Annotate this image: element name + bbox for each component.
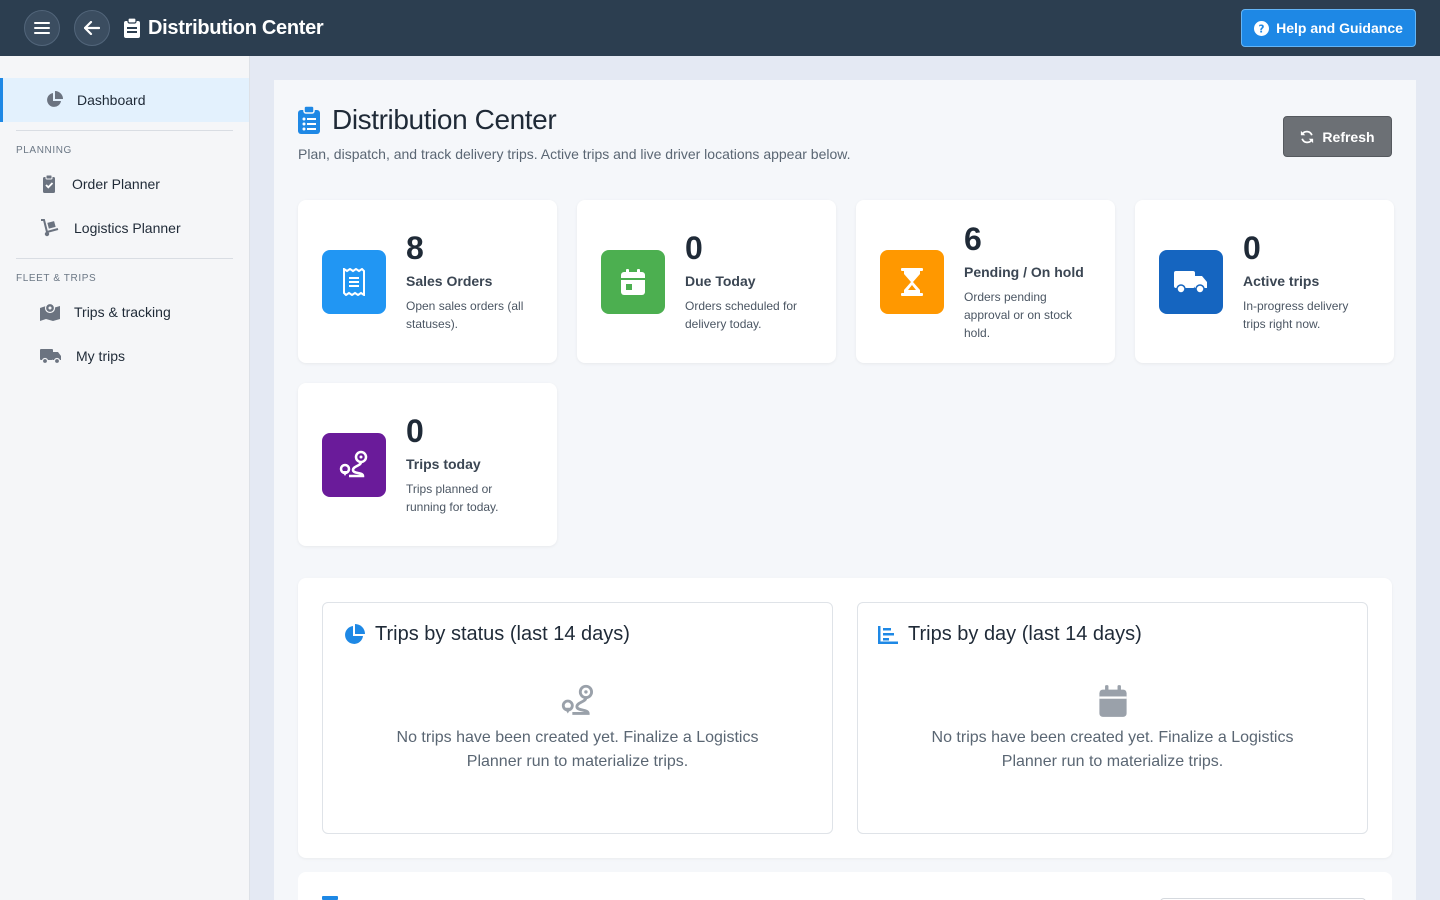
receipt-icon <box>343 267 365 296</box>
stat-cards: 8 Sales Orders Open sales orders (all st… <box>298 200 1394 546</box>
section-icon <box>322 896 338 900</box>
stat-card-active-trips[interactable]: 0 Active trips In-progress delivery trip… <box>1135 200 1394 363</box>
charts-section: Trips by status (last 14 days) No trips … <box>298 578 1392 858</box>
page-title-text: Distribution Center <box>332 104 557 135</box>
sidebar-item-trips-tracking[interactable]: Trips & tracking <box>0 290 249 334</box>
refresh-button[interactable]: Refresh <box>1283 116 1392 157</box>
sidebar-item-label: Order Planner <box>72 176 160 192</box>
sidebar-item-label: Trips & tracking <box>74 304 171 320</box>
card-value: 6 <box>964 220 982 257</box>
card-value: 0 <box>1243 229 1261 266</box>
top-bar: Distribution Center ? Help and Guidance <box>0 0 1440 56</box>
chart-trips-by-status: Trips by status (last 14 days) No trips … <box>322 602 833 834</box>
question-circle-icon: ? <box>1254 20 1270 36</box>
sidebar-item-logistics-planner[interactable]: Logistics Planner <box>0 206 249 250</box>
empty-state-text: No trips have been created yet. Finalize… <box>931 729 1294 770</box>
arrow-left-icon <box>84 21 100 35</box>
card-description: Trips planned or running for today. <box>406 481 499 514</box>
card-label: Due Today <box>685 272 756 289</box>
sidebar-item-dashboard[interactable]: Dashboard <box>0 78 249 122</box>
sidebar-section-planning: PLANNING <box>16 145 72 156</box>
card-value: 8 <box>406 229 424 266</box>
sync-icon <box>1301 130 1314 143</box>
app-title: Distribution Center <box>124 16 324 40</box>
hourglass-icon <box>901 267 923 296</box>
back-button[interactable] <box>74 10 110 46</box>
card-icon-box <box>322 432 386 497</box>
bar-chart-icon <box>878 625 898 644</box>
card-label: Active trips <box>1243 272 1320 289</box>
card-label: Sales Orders <box>406 272 493 289</box>
page-header: Distribution Center Plan, dispatch, and … <box>298 104 1392 200</box>
svg-text:?: ? <box>1259 23 1265 35</box>
clipboard-check-icon <box>43 175 55 193</box>
chart-title: Trips by day (last 14 days) <box>878 623 1347 646</box>
sidebar-item-label: Dashboard <box>77 92 146 108</box>
main-panel: Distribution Center Plan, dispatch, and … <box>274 80 1416 900</box>
card-description: Orders scheduled for delivery today. <box>685 298 798 331</box>
calendar-icon <box>621 268 645 295</box>
page-title: Distribution Center <box>298 104 1392 136</box>
empty-state: No trips have been created yet. Finalize… <box>343 684 812 774</box>
card-label: Pending / On hold <box>964 263 1084 280</box>
app-title-text: Distribution Center <box>148 16 324 39</box>
card-value: 0 <box>406 412 424 449</box>
hamburger-icon <box>34 22 50 34</box>
chart-trips-by-day: Trips by day (last 14 days) No trips hav… <box>857 602 1368 834</box>
card-label: Trips today <box>406 455 481 472</box>
help-button-label: Help and Guidance <box>1276 20 1403 36</box>
stat-card-pending[interactable]: 6 Pending / On hold Orders pending appro… <box>856 200 1115 363</box>
sidebar-item-label: Logistics Planner <box>74 220 181 236</box>
clipboard-icon <box>124 18 140 38</box>
stat-card-trips-today[interactable]: 0 Trips today Trips planned or running f… <box>298 383 557 546</box>
next-section-panel <box>298 872 1392 900</box>
pie-chart-icon <box>345 623 365 644</box>
chart-title: Trips by status (last 14 days) <box>343 623 812 646</box>
card-value: 0 <box>685 229 703 266</box>
chart-title-text: Trips by status (last 14 days) <box>375 623 630 645</box>
route-icon <box>339 450 368 477</box>
map-location-icon <box>40 303 60 321</box>
sidebar-section-fleet-trips: FLEET & TRIPS <box>16 273 97 284</box>
card-description: Orders pending approval or on stock hold… <box>964 289 1073 340</box>
stat-card-due-today[interactable]: 0 Due Today Orders scheduled for deliver… <box>577 200 836 363</box>
empty-state: No trips have been created yet. Finalize… <box>878 684 1347 774</box>
menu-toggle-button[interactable] <box>24 10 60 46</box>
sidebar: Dashboard PLANNING Order Planner Logisti… <box>0 56 250 900</box>
card-icon-box <box>601 249 665 314</box>
stat-card-sales-orders[interactable]: 8 Sales Orders Open sales orders (all st… <box>298 200 557 363</box>
sidebar-item-my-trips[interactable]: My trips <box>0 334 249 378</box>
sidebar-item-label: My trips <box>76 348 125 364</box>
truck-icon <box>1174 270 1207 294</box>
card-description: Open sales orders (all statuses). <box>406 298 524 331</box>
pie-chart-icon <box>47 91 63 107</box>
clipboard-list-icon <box>298 106 320 134</box>
card-icon-box <box>1159 249 1223 314</box>
card-icon-box <box>880 249 944 314</box>
route-icon <box>561 684 593 715</box>
chart-title-text: Trips by day (last 14 days) <box>908 623 1142 645</box>
help-button[interactable]: ? Help and Guidance <box>1241 9 1416 47</box>
calendar-icon <box>1098 685 1127 717</box>
page-subtitle: Plan, dispatch, and track delivery trips… <box>298 146 851 162</box>
truck-icon <box>40 349 61 364</box>
card-icon-box <box>322 249 386 314</box>
sidebar-item-order-planner[interactable]: Order Planner <box>0 162 249 206</box>
refresh-button-label: Refresh <box>1322 128 1375 145</box>
card-description: In-progress delivery trips right now. <box>1243 298 1349 331</box>
empty-state-text: No trips have been created yet. Finalize… <box>396 729 759 770</box>
dolly-icon <box>41 219 59 237</box>
